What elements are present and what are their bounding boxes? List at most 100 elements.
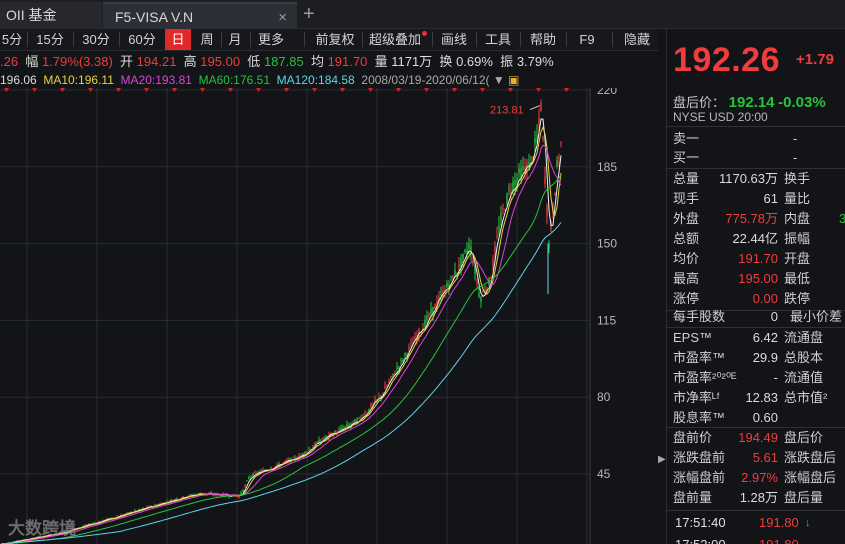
- bid1-row: 买一 -: [673, 150, 798, 165]
- candle-body: [402, 359, 404, 362]
- add-tab-icon[interactable]: +: [303, 2, 315, 27]
- candle-body: [134, 510, 136, 512]
- candle-body: [126, 512, 128, 514]
- candle-body: [446, 283, 448, 288]
- fundamental-row: 股息率™ 0.60: [673, 410, 778, 425]
- y-tick-label: 185: [597, 160, 617, 174]
- fundamental-row: 市盈率™ 29.9 总股本: [673, 350, 824, 365]
- ma120-value: MA120:184.58: [276, 73, 355, 87]
- candle-body: [476, 281, 478, 283]
- candle-body: [498, 225, 500, 231]
- candle-body: [516, 178, 518, 184]
- candle-body: [540, 102, 542, 111]
- candle-body: [312, 446, 314, 448]
- candle-body: [510, 191, 512, 193]
- candle-body: [244, 485, 246, 487]
- candle-body: [308, 449, 310, 451]
- ma10-line: [0, 126, 562, 544]
- candle-body: [458, 263, 460, 270]
- candle-body: [558, 157, 560, 160]
- period-30min-button[interactable]: 30分: [76, 29, 116, 50]
- tab-fund[interactable]: OII 基金: [0, 2, 102, 29]
- overlay-button[interactable]: 超级叠加: [366, 29, 424, 50]
- candle-body: [346, 424, 348, 427]
- candle-body: [408, 346, 410, 350]
- candle-body: [306, 451, 308, 453]
- ma20-value: MA20:193.81: [120, 73, 192, 87]
- candle-body: [512, 181, 514, 191]
- tick-row: 17:51:40 191.80 ↓: [675, 515, 811, 530]
- dropdown-arrow-icon[interactable]: ▼: [493, 73, 505, 87]
- candle-body: [322, 437, 324, 440]
- date-range: 2008/03/19-2020/06/12(: [361, 73, 490, 87]
- hide-button[interactable]: 隐藏: [618, 29, 656, 50]
- stats-row: 现手 61 量比: [673, 191, 811, 206]
- period-week-button[interactable]: 周: [194, 29, 220, 50]
- tab-visa[interactable]: F5-VISA V.N ×: [103, 2, 297, 29]
- lock-icon[interactable]: ▣: [508, 73, 519, 87]
- premarket-row: 盘前量 1.28万 盘后量: [673, 490, 824, 505]
- candle-body: [462, 253, 464, 260]
- chart-canvas: 220 185 150 115 80 45 213.81: [0, 88, 617, 544]
- ma60-value: MA60:176.51: [198, 73, 270, 87]
- period-day-button[interactable]: 日: [165, 29, 191, 50]
- candle-body: [560, 142, 562, 144]
- candle-body: [480, 296, 482, 302]
- after-hours-row: 盘后价： 192.14 -0.03%: [673, 94, 826, 111]
- premarket-row: 涨幅盘前 2.97% 涨幅盘后: [673, 470, 837, 485]
- candle-body: [524, 167, 526, 170]
- candle-body: [370, 404, 372, 409]
- period-60min-button[interactable]: 60分: [122, 29, 162, 50]
- ma5-value: 196.06: [0, 73, 37, 87]
- candle-body: [546, 206, 548, 217]
- candle-body: [334, 431, 336, 433]
- y-tick-label: 150: [597, 237, 617, 251]
- candle-body: [424, 319, 426, 328]
- fundamental-row: 市盈率²⁰²⁰ᴱ - 流通值: [673, 370, 824, 385]
- adjust-button[interactable]: 前复权: [310, 29, 360, 50]
- y-tick-label: 115: [597, 313, 616, 327]
- lot-row: 每手股数 0 最小价差: [673, 309, 843, 324]
- candle-body: [502, 208, 504, 210]
- quote-info-bar: .26 幅 1.79%(3.38) 开 194.21 高 195.00 低 18…: [0, 54, 554, 69]
- ma20-line: [0, 144, 562, 544]
- candle-body: [248, 477, 250, 479]
- candle-body: [496, 235, 498, 238]
- candle-body: [340, 427, 342, 430]
- candle-body: [506, 193, 508, 204]
- candle-body: [220, 495, 222, 497]
- f9-button[interactable]: F9: [576, 29, 598, 50]
- candle-body: [170, 499, 172, 501]
- candle-body: [454, 270, 456, 277]
- candle-body: [138, 509, 140, 510]
- candle-body: [396, 367, 398, 370]
- peak-label: 213.81: [490, 105, 524, 117]
- candlestick-chart[interactable]: 220 185 150 115 80 45 213.81: [0, 88, 658, 544]
- candle-body: [500, 212, 502, 221]
- candle-body: [304, 451, 306, 455]
- candle-body: [548, 242, 550, 248]
- candle-body: [316, 441, 318, 443]
- candle-body: [492, 259, 494, 267]
- expand-arrow-icon[interactable]: ▶: [658, 450, 666, 470]
- tools-button[interactable]: 工具: [481, 29, 515, 50]
- tab-visa-label: F5-VISA V.N: [115, 9, 194, 25]
- candle-body: [450, 276, 452, 278]
- candle-body: [534, 138, 536, 144]
- period-15min-button[interactable]: 15分: [30, 29, 70, 50]
- stats-row: 总额 22.44亿 振幅: [673, 231, 811, 246]
- candle-body: [536, 135, 538, 137]
- candle-body: [430, 308, 432, 314]
- help-button[interactable]: 帮助: [526, 29, 560, 50]
- period-5min-button[interactable]: 5分: [0, 29, 24, 50]
- period-month-button[interactable]: 月: [222, 29, 248, 50]
- close-icon[interactable]: ×: [278, 4, 287, 31]
- draw-line-button[interactable]: 画线: [437, 29, 471, 50]
- candle-body: [544, 176, 546, 184]
- y-tick-label: 220: [597, 88, 617, 97]
- candle-body: [426, 315, 428, 322]
- candle-body: [228, 496, 230, 498]
- quote-panel: 192.26 +1.79 盘后价： 192.14 -0.03% NYSE USD…: [666, 29, 845, 544]
- ask1-row: 卖一 -: [673, 131, 798, 146]
- more-button[interactable]: 更多: [253, 29, 289, 50]
